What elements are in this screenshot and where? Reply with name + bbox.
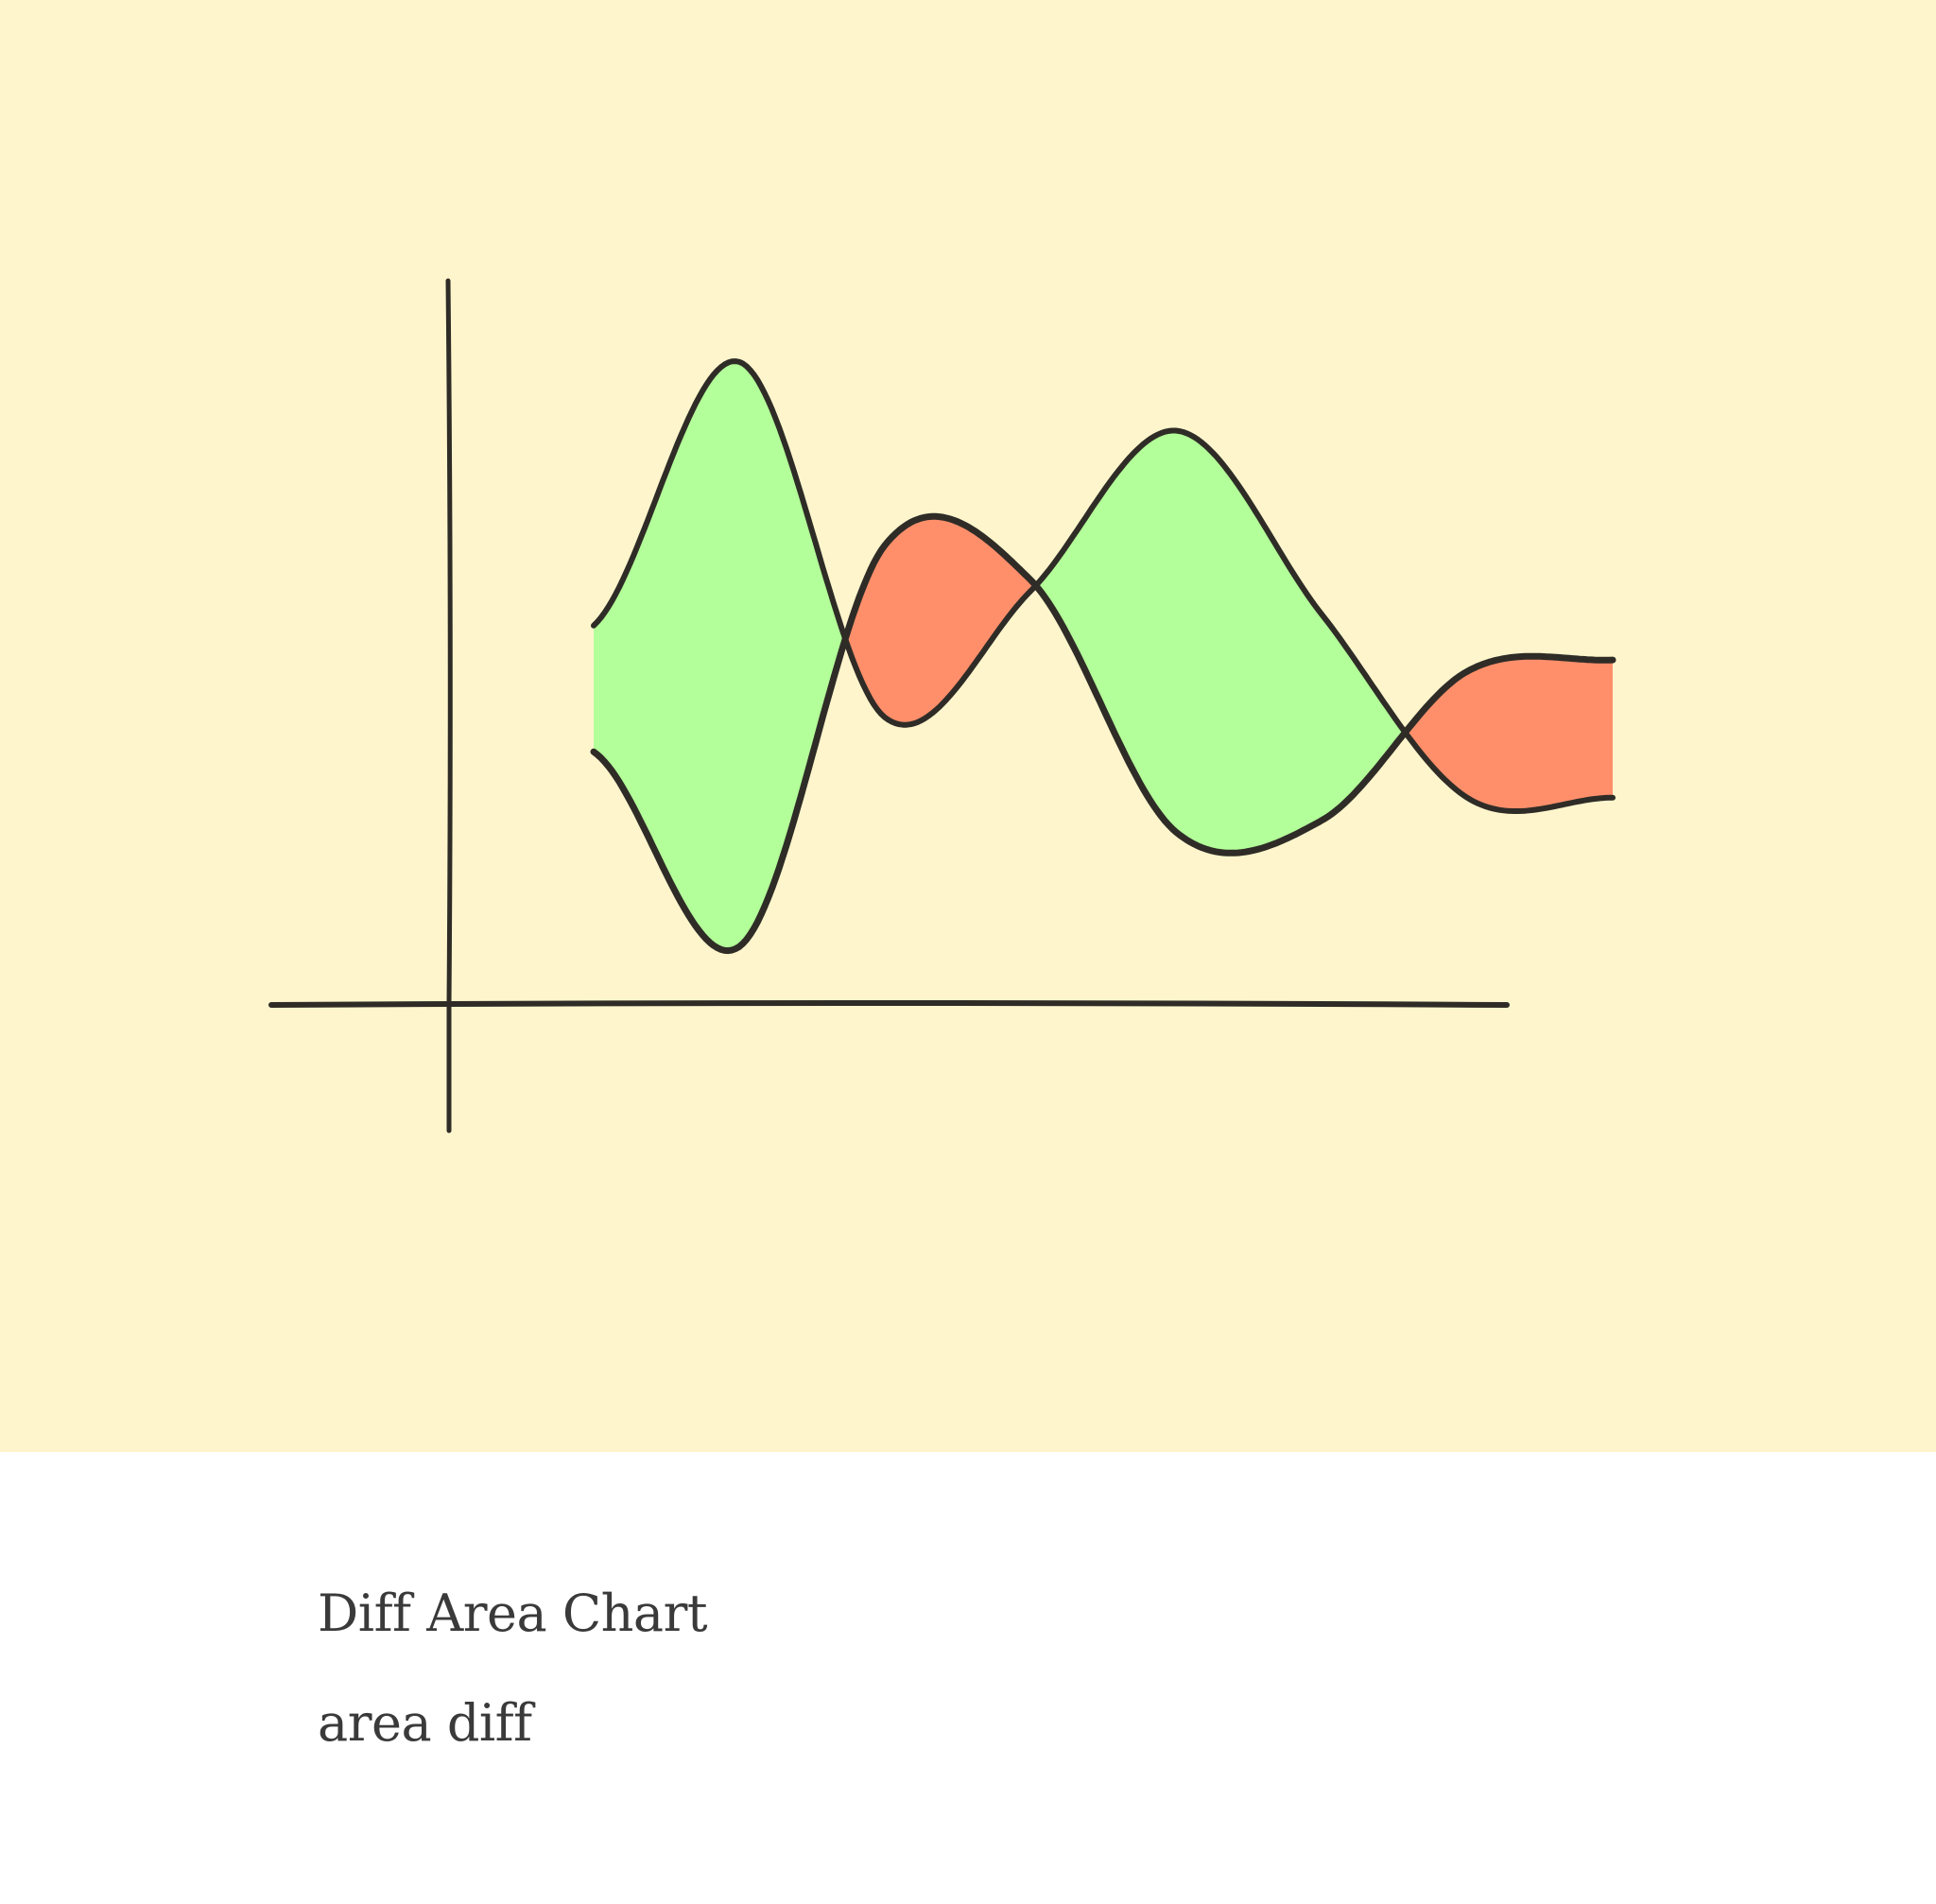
negative-diff-area-3: [1405, 656, 1613, 811]
chart-subtitle: area diff: [318, 1693, 532, 1753]
positive-diff-area-2: [1035, 430, 1406, 854]
diff-area-chart: [268, 278, 1616, 1134]
chart-card: Diff Area Chart area diff: [0, 0, 1936, 1904]
chart-title: Diff Area Chart: [318, 1584, 708, 1643]
difference-fills: [594, 361, 1613, 951]
positive-diff-area-0: [594, 361, 846, 951]
x-axis: [268, 1000, 1510, 1008]
caption: Diff Area Chart area diff: [318, 1588, 1641, 1749]
chart-area: [0, 0, 1936, 1452]
